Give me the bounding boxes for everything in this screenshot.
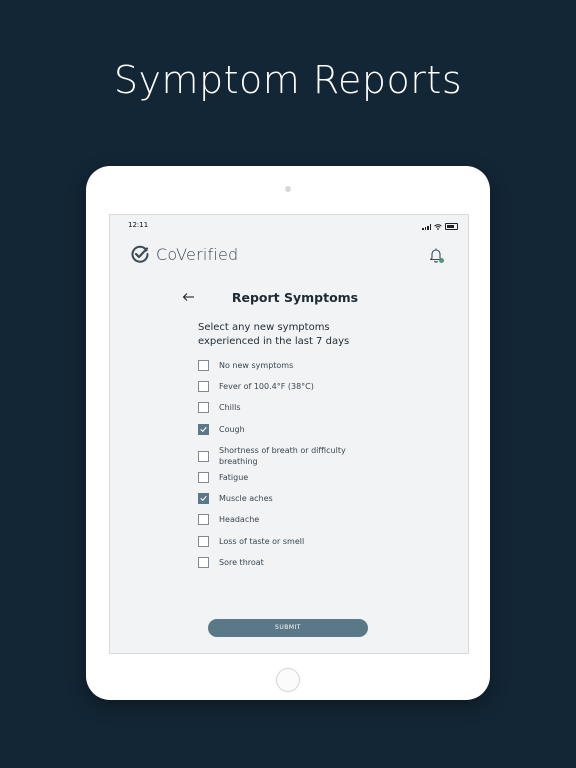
tablet-home-button [276,668,300,692]
symptom-label: Shortness of breath or difficulty breath… [219,446,346,466]
headline: Symptom Reports [113,58,463,102]
symptom-label: Fever of 100.4°F (38°C) [219,382,314,391]
signal-icon [422,223,431,230]
checkbox[interactable] [198,450,209,462]
app-name: CoVerified [156,244,239,264]
checkbox[interactable] [198,536,209,547]
checkmark-icon [200,496,207,501]
page-title: Report Symptoms [231,290,359,305]
tablet-camera [285,186,291,192]
symptom-label: Loss of taste or smell [219,537,305,546]
notification-dot [439,258,444,263]
symptom-option[interactable]: Muscle aches [198,493,369,504]
symptom-option[interactable]: Shortness of breath or difficulty breath… [198,445,369,467]
symptom-option[interactable]: Headache [198,514,369,525]
symptom-label: Sore throat [219,558,264,567]
symptom-option[interactable]: Fatigue [198,472,369,483]
checkbox[interactable] [198,514,209,525]
prompt-text: Select any new symptoms experienced in t… [198,322,350,347]
checkbox-checked[interactable] [198,493,209,504]
symptom-option[interactable]: Sore throat [198,557,369,568]
symptom-label: Fatigue [219,473,249,482]
symptom-label: Headache [219,515,260,524]
status-time: 12:11 [128,221,149,229]
symptom-option[interactable]: Chills [198,402,369,413]
check-circle-icon [131,245,149,263]
battery-icon [445,223,458,230]
app-header: CoVerified [130,244,238,264]
status-bar: 12:11 [110,221,468,233]
checkbox-checked[interactable] [198,424,209,435]
checkbox[interactable] [198,381,209,392]
wifi-icon [434,223,442,230]
checkbox[interactable] [198,360,209,371]
symptom-label: Muscle aches [219,494,273,503]
symptom-option[interactable]: Cough [198,424,369,435]
submit-button[interactable]: SUBMIT [208,619,368,637]
checkbox[interactable] [198,402,209,413]
symptom-label: Cough [219,425,245,434]
status-icons [422,223,458,230]
checkbox[interactable] [198,472,209,483]
symptom-label: Chills [219,403,241,412]
symptom-option[interactable]: No new symptoms [198,360,369,371]
symptom-label: No new symptoms [219,361,294,370]
symptom-option[interactable]: Loss of taste or smell [198,536,369,547]
tablet-frame: 12:11 CoVerified Report Symptoms Select … [86,166,490,700]
checkbox[interactable] [198,557,209,568]
checkmark-icon [200,427,207,432]
app-screen: 12:11 CoVerified Report Symptoms Select … [109,214,469,654]
symptom-option[interactable]: Fever of 100.4°F (38°C) [198,381,369,392]
